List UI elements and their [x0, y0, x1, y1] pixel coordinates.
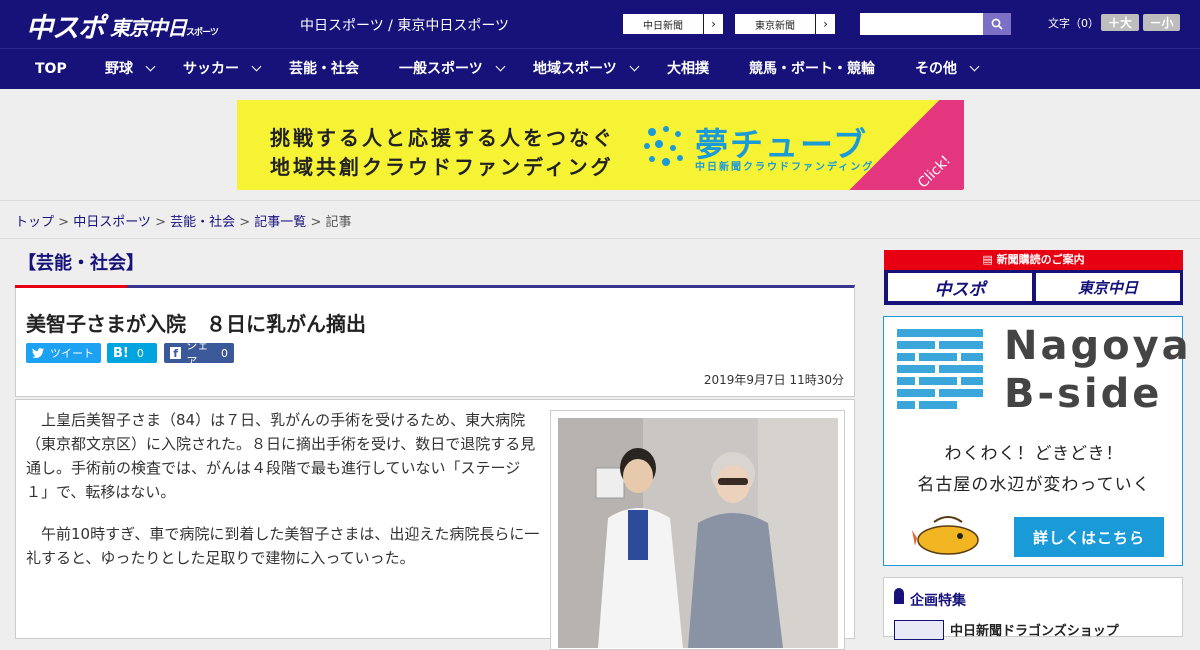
- dots-logo-icon: [644, 126, 683, 166]
- chevron-right-icon: ›: [815, 14, 835, 34]
- nagoya-bside-title: Nagoya B-side: [1004, 322, 1192, 418]
- nav-item-others[interactable]: その他: [915, 49, 980, 90]
- nav-item-racing[interactable]: 競馬・ボート・競輪: [749, 49, 875, 90]
- search-button[interactable]: [983, 13, 1011, 35]
- fried-shrimp-mascot-icon: [912, 516, 979, 555]
- chevron-right-icon: ›: [703, 14, 723, 34]
- publish-date: 2019年9月7日 11時30分: [703, 373, 844, 387]
- breadcrumb-top[interactable]: トップ: [15, 215, 54, 230]
- subscription-label-text: 新聞購読のご案内: [996, 253, 1085, 266]
- breadcrumb-sep: >: [150, 215, 171, 230]
- article-paragraph: 上皇后美智子さま（84）は７日、乳がんの手術を受けるため、東大病院（東京都文京区…: [26, 411, 536, 501]
- subscribe-chuspo-button[interactable]: 中スポ: [888, 273, 1032, 301]
- chevron-down-icon: [251, 61, 262, 72]
- chevron-down-icon: [629, 61, 640, 72]
- hatena-count: 0: [136, 346, 144, 360]
- font-size-label: 文字（0）: [1048, 17, 1099, 30]
- tweet-label: ツイート: [50, 347, 94, 360]
- breadcrumb-sep: >: [306, 215, 326, 230]
- crowdfunding-ad-banner[interactable]: 挑戦する人と応援する人をつなぐ 地域共創クラウドファンディング 夢チューブ 中日…: [237, 100, 964, 190]
- hatena-icon: B!: [113, 345, 129, 361]
- main-content: 【芸能・社会】 美智子さまが入院 ８日に乳がん摘出 ツイート B! 0 f シェ…: [0, 239, 1200, 650]
- newspaper-icon: ▤: [982, 253, 997, 266]
- nav-label: その他: [915, 61, 957, 77]
- facebook-share-label: シェア: [186, 339, 209, 368]
- font-larger-button[interactable]: ＋大: [1101, 14, 1139, 31]
- search-icon: [991, 18, 1003, 30]
- breadcrumb-current: 記事: [325, 215, 352, 230]
- bricks-logo-icon: [897, 329, 983, 409]
- nav-item-baseball[interactable]: 野球: [105, 49, 156, 90]
- nav-label: 一般スポーツ: [399, 61, 483, 77]
- tokyo-logo-text: 東京中日: [110, 16, 187, 40]
- site-title: 中日スポーツ / 東京中日スポーツ: [300, 18, 510, 34]
- ad-line-1: 挑戦する人と応援する人をつなぐ: [270, 126, 615, 150]
- font-smaller-button[interactable]: －小: [1143, 14, 1180, 31]
- article-header: 美智子さまが入院 ８日に乳がん摘出 ツイート B! 0 f シェア 0 2019…: [15, 285, 855, 397]
- breadcrumb-sep: >: [54, 215, 74, 230]
- nav-label: 野球: [105, 61, 133, 77]
- chunichi-shimbun-link[interactable]: 中日新聞 ›: [622, 13, 724, 35]
- ad-line-2: 地域共創クラウドファンディング: [270, 155, 614, 179]
- facebook-share-button[interactable]: f シェア 0: [164, 339, 234, 368]
- breadcrumb-bar: トップ > 中日スポーツ > 芸能・社会 > 記事一覧 > 記事: [0, 200, 1200, 239]
- search-input[interactable]: [860, 13, 983, 35]
- nav-label: 地域スポーツ: [533, 61, 617, 77]
- nav-label: 大相撲: [667, 61, 709, 77]
- tokyo-shimbun-link[interactable]: 東京新聞 ›: [734, 13, 836, 35]
- tokyo-link-label: 東京新聞: [755, 20, 795, 32]
- chuspo-logo[interactable]: 中スポ: [26, 6, 105, 45]
- article-photo-frame: [550, 410, 845, 650]
- subscription-label: ▤ 新聞購読のご案内: [884, 250, 1183, 270]
- breadcrumb-sep: >: [235, 215, 255, 230]
- chevron-down-icon: [145, 61, 156, 72]
- facebook-icon: f: [170, 347, 182, 360]
- feature-box: 企画特集 中日新聞ドラゴンズショップ: [883, 577, 1183, 640]
- article-title: 美智子さまが入院 ８日に乳がん摘出: [26, 312, 366, 336]
- article-photo[interactable]: [558, 418, 838, 648]
- nagoya-tagline-2: 名古屋の水辺が変わっていく: [917, 475, 1151, 495]
- breadcrumb-entertainment[interactable]: 芸能・社会: [170, 215, 235, 230]
- nav-label: 競馬・ボート・競輪: [749, 61, 875, 77]
- nav-label: サッカー: [183, 61, 239, 77]
- feature-title: 企画特集: [910, 593, 966, 609]
- chevron-down-icon: [969, 61, 980, 72]
- feature-thumb[interactable]: [894, 620, 944, 640]
- facebook-count: 0: [221, 346, 228, 360]
- tokyo-chunichi-logo[interactable]: 東京中日スポーツ: [110, 12, 219, 41]
- nav-item-local-sports[interactable]: 地域スポーツ: [533, 49, 640, 90]
- tweet-button[interactable]: ツイート: [26, 343, 101, 363]
- breadcrumb-chuspo[interactable]: 中日スポーツ: [73, 215, 151, 230]
- tokyo-logo-suffix: スポーツ: [186, 28, 219, 38]
- nav-item-soccer[interactable]: サッカー: [183, 49, 262, 90]
- feature-ribbon-icon: [894, 588, 904, 604]
- hatena-bookmark-button[interactable]: B! 0: [107, 343, 157, 363]
- nav-item-top[interactable]: TOP: [35, 49, 67, 90]
- nav-item-sumo[interactable]: 大相撲: [667, 49, 709, 90]
- nagoya-title-line2: B-side: [1004, 371, 1163, 417]
- category-heading: 【芸能・社会】: [18, 253, 144, 274]
- nav-label: TOP: [35, 61, 67, 77]
- article-paragraph: 午前10時すぎ、車で病院に到着した美智子さまは、出迎えた病院長らに一礼すると、ゆ…: [26, 525, 540, 567]
- nagoya-title-line1: Nagoya: [1004, 323, 1192, 369]
- twitter-icon: [32, 347, 44, 358]
- nav-item-entertainment[interactable]: 芸能・社会: [289, 49, 359, 90]
- photo-illustration: [558, 418, 838, 648]
- subscribe-tokyo-chunichi-button[interactable]: 東京中日: [1036, 273, 1180, 301]
- breadcrumb: トップ > 中日スポーツ > 芸能・社会 > 記事一覧 > 記事: [15, 211, 352, 230]
- nav-label: 芸能・社会: [289, 61, 359, 77]
- site-header: 中スポ 東京中日スポーツ 中日スポーツ / 東京中日スポーツ 中日新聞 › 東京新…: [0, 0, 1200, 48]
- main-nav: TOP 野球 サッカー 芸能・社会 一般スポーツ 地域スポーツ 大相撲 競馬・ボ…: [0, 48, 1200, 89]
- article-body: 上皇后美智子さま（84）は７日、乳がんの手術を受けるため、東大病院（東京都文京区…: [15, 399, 855, 650]
- ad-brand-sub: 中日新聞クラウドファンディング: [695, 162, 875, 173]
- nagoya-bside-ad[interactable]: Nagoya B-side わくわく！どきどき！ 名古屋の水辺が変わっていく 詳し…: [883, 316, 1189, 566]
- nagoya-details-button[interactable]: 詳しくはこちら: [1014, 517, 1164, 557]
- breadcrumb-article-list[interactable]: 記事一覧: [254, 215, 306, 230]
- nav-item-general-sports[interactable]: 一般スポーツ: [399, 49, 506, 90]
- nagoya-tagline-1: わくわく！どきどき！: [944, 444, 1124, 464]
- chunichi-link-label: 中日新聞: [643, 20, 683, 32]
- chevron-down-icon: [495, 61, 506, 72]
